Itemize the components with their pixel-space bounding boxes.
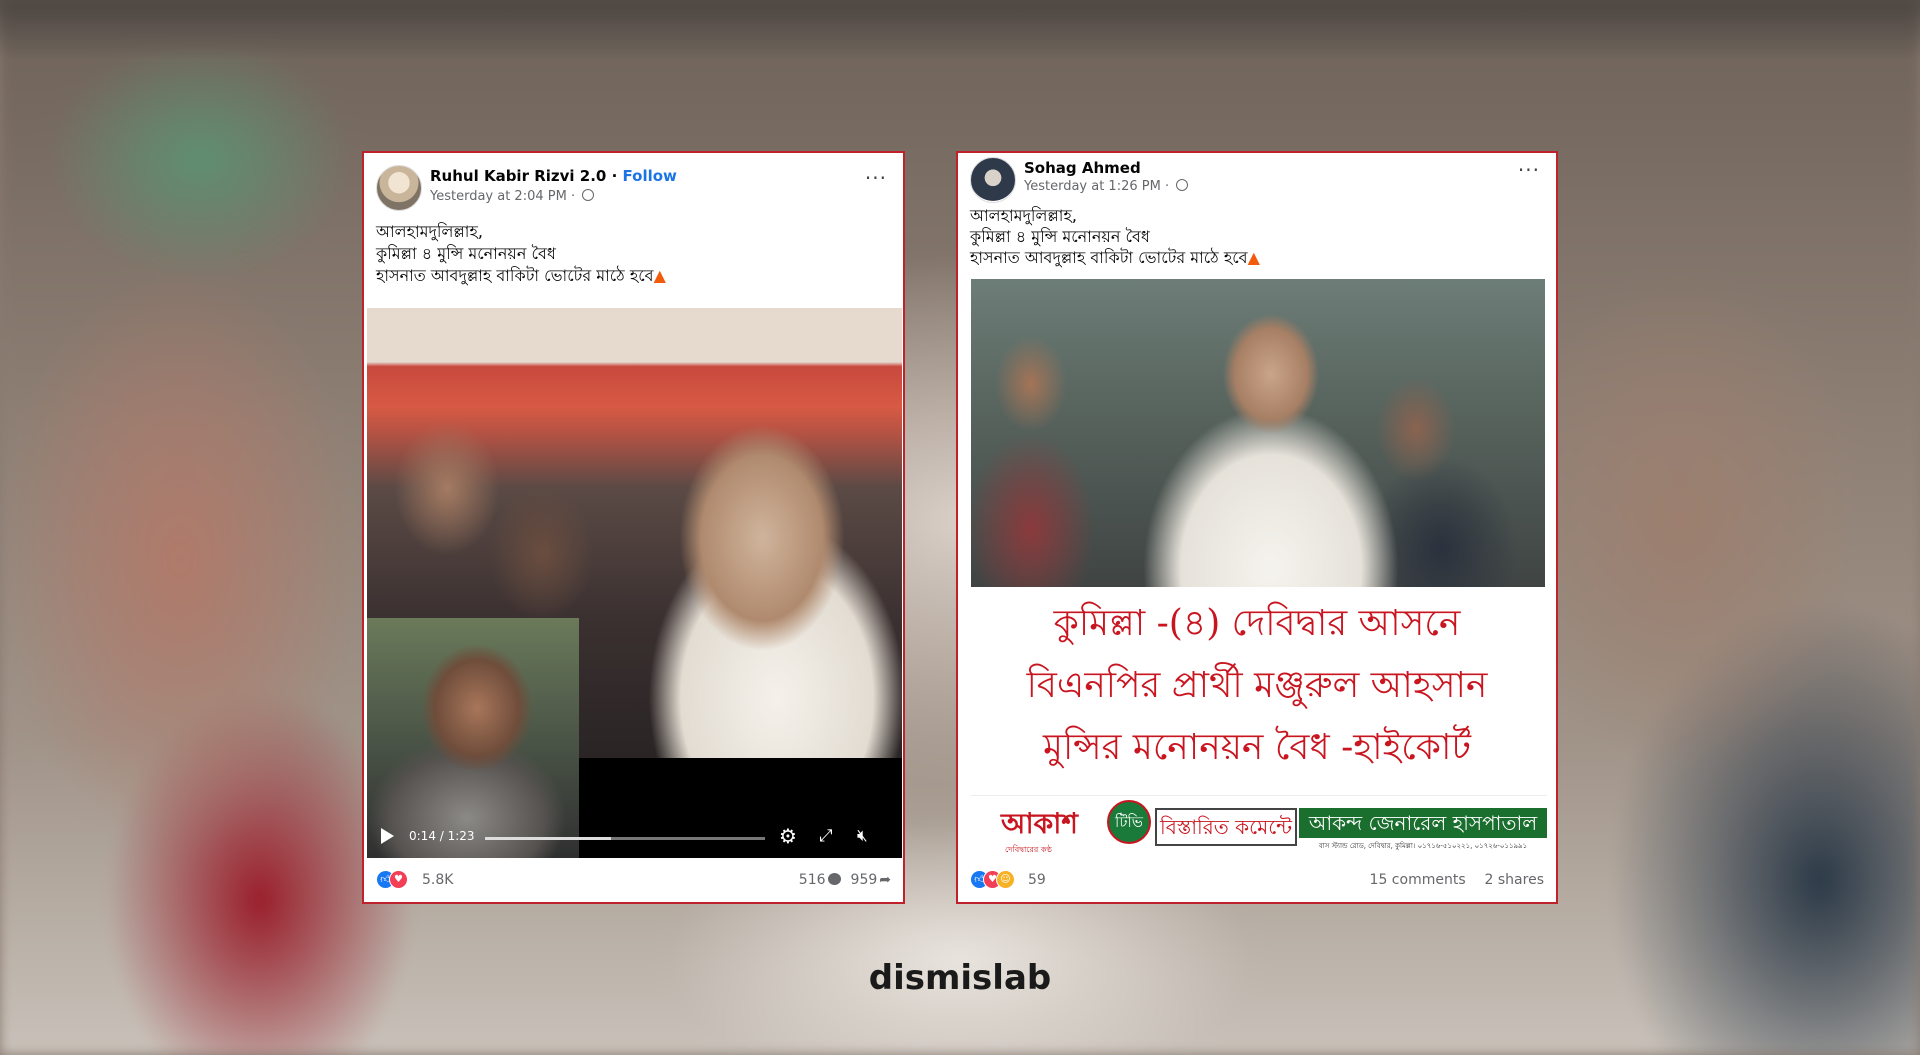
author-name[interactable]: Sohag Ahmed [1024, 159, 1141, 177]
reaction-icons[interactable]: 👍︎ ♥ ☺ [970, 870, 1015, 889]
caption-text: আলহামদুলিল্লাহ, কুমিল্লা ৪ মুন্সি মনোনয়… [970, 206, 1248, 267]
right-facebook-post: Sohag Ahmed Yesterday at 1:26 PM · ··· আ… [956, 151, 1558, 904]
tv-badge: টিভি [1107, 800, 1151, 844]
post-header: Sohag Ahmed Yesterday at 1:26 PM · ··· [970, 157, 1544, 207]
post-timestamp[interactable]: Yesterday at 2:04 PM [430, 189, 567, 204]
share-count[interactable]: 959 [851, 872, 878, 888]
comment-count[interactable]: 516 [799, 872, 826, 888]
post-photo[interactable] [971, 279, 1545, 587]
comment-count[interactable]: 15 comments [1370, 872, 1466, 888]
video-progress-fill [485, 837, 611, 840]
follow-link[interactable]: Follow [623, 167, 677, 185]
post-timestamp[interactable]: Yesterday at 1:26 PM [1024, 179, 1161, 194]
video-controls: 0:14 / 1:23 ⚙ ⤢ 🔇︎ [367, 818, 902, 858]
hospital-address: বাস স্ট্যান্ড রোড, দেবিদ্বার, কুমিল্লা। … [1318, 842, 1528, 850]
globe-icon [582, 189, 595, 201]
reaction-count[interactable]: 59 [1028, 872, 1046, 888]
gear-icon[interactable]: ⚙ [779, 824, 797, 848]
logo-tagline: দেবিদ্বারের কণ্ঠ [1005, 844, 1052, 857]
separator-dot: · [611, 167, 623, 185]
fire-icon: ▲ [653, 266, 666, 285]
share-count[interactable]: 2 shares [1485, 872, 1544, 888]
reaction-icons[interactable]: 👍︎ ♥ [376, 870, 408, 889]
photo-headline: কুমিল্লা -(৪) দেবিদ্বার আসনে বিএনপির প্র… [958, 593, 1556, 779]
post-footer: 👍︎ ♥ ☺ 59 15 comments 2 shares [970, 870, 1544, 892]
headline-line: কুমিল্লা -(৪) দেবিদ্বার আসনে [1053, 603, 1461, 644]
mute-icon[interactable]: 🔇︎ [857, 824, 868, 848]
brand-logo: dismislab [868, 958, 1052, 998]
post-caption: আলহামদুলিল্লাহ, কুমিল্লা ৪ মুন্সি মনোনয়… [970, 205, 1260, 268]
post-header: Ruhul Kabir Rizvi 2.0 · Follow Yesterday… [376, 165, 891, 215]
share-icon: ➦ [879, 872, 891, 888]
channel-logo: আকাশ [1001, 807, 1078, 840]
hospital-name: আকন্দ জেনারেল হাসপাতাল [1299, 808, 1547, 838]
top-shade [0, 0, 1920, 60]
headline-line: বিএনপির প্রার্থী মঞ্জুরুল আহসান [1026, 665, 1488, 706]
more-options-icon[interactable]: ··· [1518, 160, 1540, 180]
sponsor-banner: আকাশ টিভি দেবিদ্বারের কণ্ঠ বিস্তারিত কমে… [971, 795, 1547, 862]
left-facebook-post: Ruhul Kabir Rizvi 2.0 · Follow Yesterday… [362, 151, 905, 904]
fullscreen-icon[interactable]: ⤢ [819, 824, 833, 848]
video-time: 0:14 / 1:23 [409, 829, 475, 843]
post-footer: 👍︎ ♥ 5.8K 516 959 ➦ [376, 870, 891, 892]
play-icon[interactable] [381, 828, 394, 844]
love-icon: ♥ [389, 870, 408, 889]
comment-icon [827, 873, 841, 885]
separator-dot: · [1164, 179, 1174, 194]
video-progress-bar[interactable] [485, 837, 765, 840]
reaction-count[interactable]: 5.8K [422, 872, 453, 888]
caption-text: আলহামদুলিল্লাহ, কুমিল্লা ৪ মুন্সি মনোনয়… [376, 222, 654, 285]
separator-dot: · [570, 189, 580, 204]
video-player[interactable]: 0:14 / 1:23 ⚙ ⤢ 🔇︎ [367, 308, 902, 858]
avatar[interactable] [970, 157, 1016, 203]
globe-icon [1176, 179, 1189, 191]
haha-icon: ☺ [996, 870, 1015, 889]
fire-icon: ▲ [1247, 248, 1260, 267]
avatar[interactable] [376, 165, 422, 211]
comment-box-label: বিস্তারিত কমেন্টে [1155, 808, 1297, 846]
author-name[interactable]: Ruhul Kabir Rizvi 2.0 [430, 167, 606, 185]
headline-line: মুন্সির মনোনয়ন বৈধ -হাইকোর্ট [1042, 727, 1472, 768]
more-options-icon[interactable]: ··· [865, 168, 887, 188]
post-caption: আলহামদুলিল্লাহ, কুমিল্লা ৪ মুন্সি মনোনয়… [376, 221, 666, 287]
